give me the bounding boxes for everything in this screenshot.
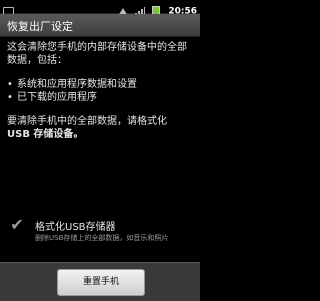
bullet-item: 系统和应用程序数据和设置 xyxy=(7,78,195,91)
format-usb-description: 删除USB存储上的全部数据，如音乐和照片 xyxy=(35,234,169,242)
format-usb-label: 格式化USB存储器 xyxy=(35,222,116,233)
status-bar: 20:56 xyxy=(0,0,200,17)
instruction-text: 要清除手机中的全部数据，请格式化 USB 存储设备。 xyxy=(7,115,195,141)
checkmark-icon[interactable]: ✔ xyxy=(9,217,25,233)
intro-text: 这会清除您手机的内部存储设备中的全部数据，包括： xyxy=(7,42,187,66)
instruction-line-2: USB 存储设备。 xyxy=(7,129,84,140)
reset-phone-button[interactable]: 重置手机 xyxy=(57,269,145,296)
bullet-item: 已下载的应用程序 xyxy=(7,91,195,104)
title-bar: 恢复出厂设定 xyxy=(0,14,200,37)
button-bar: 重置手机 xyxy=(0,262,200,301)
instruction-line-1: 要清除手机中的全部数据，请格式化 xyxy=(7,116,167,127)
format-usb-checkbox-row[interactable]: ✔ 格式化USB存储器 删除USB存储上的全部数据，如音乐和照片 xyxy=(6,215,196,255)
page-title: 恢复出厂设定 xyxy=(7,20,73,33)
main-content: 这会清除您手机的内部存储设备中的全部数据，包括： 系统和应用程序数据和设置 已下… xyxy=(7,41,195,141)
bullet-list: 系统和应用程序数据和设置 已下载的应用程序 xyxy=(7,78,195,104)
